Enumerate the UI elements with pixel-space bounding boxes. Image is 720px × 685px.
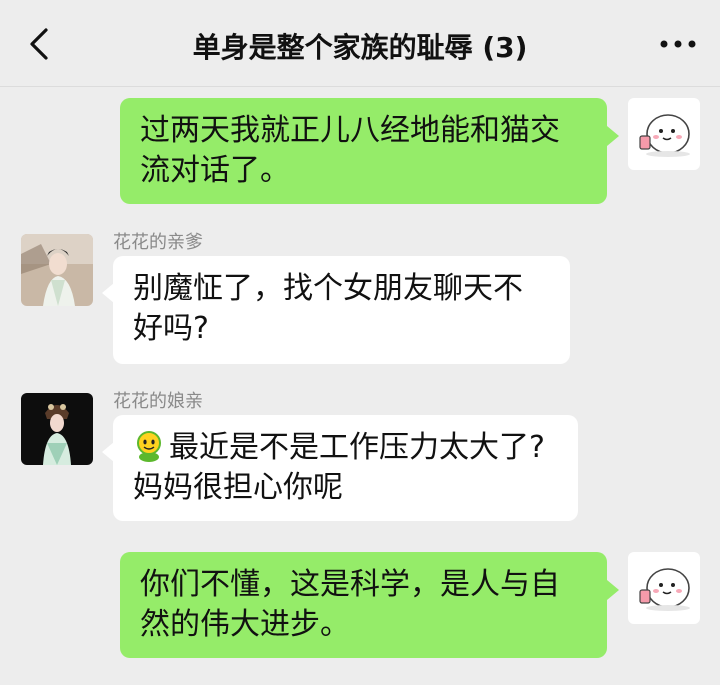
message-text: 别魔怔了，找个女朋友聊天不好吗? (133, 271, 523, 346)
sender-name: 花花的亲爹 (113, 232, 203, 253)
message-text: 你们不懂，这是科学，是人与自然的伟大进步。 (140, 567, 560, 642)
smiley-emoji-icon (137, 431, 161, 462)
bubble-tail (607, 126, 619, 146)
cartoon-bun-avatar[interactable] (628, 98, 700, 170)
message-text: 最近是不是工作压力太大了?妈妈很担心你呢 (133, 430, 545, 505)
chat-title: 单身是整个家族的耻辱 (3) (192, 31, 528, 64)
message-bubble-outgoing[interactable]: 过两天我就正儿八经地能和猫交流对话了。 (120, 98, 607, 204)
cartoon-bun-avatar[interactable] (628, 552, 700, 624)
chat-header: 单身是整个家族的耻辱 (3) (0, 0, 720, 87)
message-text: 过两天我就正儿八经地能和猫交流对话了。 (140, 113, 560, 188)
bubble-tail (607, 580, 619, 600)
message-bubble-incoming[interactable]: 别魔怔了，找个女朋友聊天不好吗? (113, 256, 570, 364)
opera-man-avatar[interactable] (21, 234, 93, 306)
more-dots-icon[interactable] (658, 30, 698, 58)
message-bubble-incoming[interactable]: 最近是不是工作压力太大了?妈妈很担心你呢 (113, 415, 578, 521)
message-bubble-outgoing[interactable]: 你们不懂，这是科学，是人与自然的伟大进步。 (120, 552, 607, 658)
sender-name: 花花的娘亲 (113, 391, 203, 412)
opera-woman-avatar[interactable] (21, 393, 93, 465)
